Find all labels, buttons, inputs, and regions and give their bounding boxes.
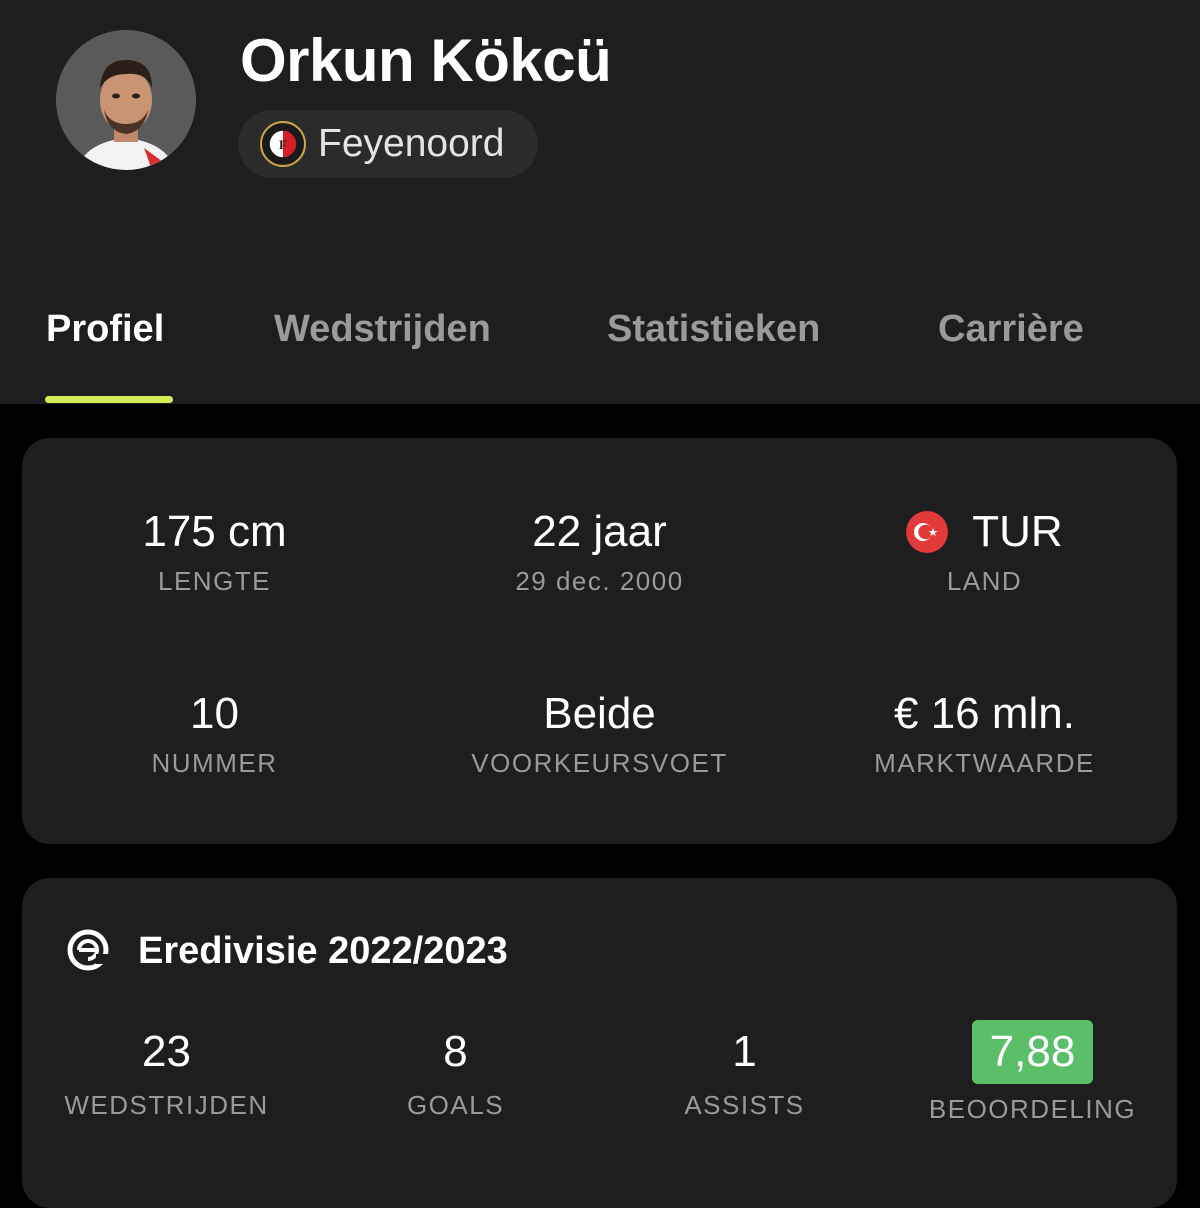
foot-label: VOORKEURSVOET [471, 748, 728, 778]
tab-carriere[interactable]: Carrière [938, 308, 1084, 351]
player-header: Orkun Kökcü F Feyenoord Profiel Wedstrij… [0, 0, 1200, 404]
club-chip[interactable]: F Feyenoord [238, 110, 538, 178]
stat-goals-value: 8 [443, 1027, 468, 1076]
height-cell: 175 cm LENGTE [22, 506, 407, 597]
stat-matches: 23 WEDSTRIJDEN [22, 1024, 311, 1121]
number-label: NUMMER [151, 748, 278, 778]
stat-matches-label: WEDSTRIJDEN [64, 1090, 269, 1120]
stat-assists: 1 ASSISTS [600, 1024, 889, 1121]
stat-matches-value: 23 [142, 1027, 191, 1076]
eredivisie-logo-icon [66, 928, 110, 972]
tab-profiel[interactable]: Profiel [46, 308, 164, 351]
profile-info-card: 175 cm LENGTE 22 jaar 29 dec. 2000 TUR L… [22, 438, 1177, 844]
stat-rating: 7,88 BEOORDELING [888, 1020, 1177, 1125]
tab-statistieken[interactable]: Statistieken [607, 308, 820, 351]
active-tab-indicator [45, 396, 173, 403]
feyenoord-crest-icon: F [260, 121, 306, 167]
turkey-flag-icon [906, 511, 949, 553]
country-label: LAND [946, 566, 1023, 596]
stat-goals-label: GOALS [406, 1090, 505, 1120]
foot-value: Beide [543, 689, 656, 738]
market-value-label: MARKTWAARDE [874, 748, 1095, 778]
club-name: Feyenoord [318, 122, 505, 165]
stat-rating-label: BEOORDELING [928, 1094, 1137, 1124]
age-cell: 22 jaar 29 dec. 2000 [407, 506, 792, 597]
height-label: LENGTE [157, 566, 272, 596]
player-avatar [56, 30, 196, 170]
svg-text:F: F [279, 137, 287, 152]
birthdate-label: 29 dec. 2000 [515, 566, 684, 596]
number-cell: 10 NUMMER [22, 688, 407, 779]
league-stats-card[interactable]: Eredivisie 2022/2023 23 WEDSTRIJDEN 8 GO… [22, 878, 1177, 1208]
rating-badge: 7,88 [971, 1020, 1094, 1084]
player-name: Orkun Kökcü [240, 27, 612, 94]
number-value: 10 [190, 689, 239, 738]
tab-wedstrijden[interactable]: Wedstrijden [274, 308, 491, 351]
market-value: € 16 mln. [894, 689, 1075, 738]
market-value-cell: € 16 mln. MARKTWAARDE [792, 688, 1177, 779]
stat-assists-value: 1 [732, 1027, 757, 1076]
height-value: 175 cm [142, 507, 287, 556]
country-value: TUR [972, 507, 1063, 556]
stat-goals: 8 GOALS [311, 1024, 600, 1121]
stat-assists-label: ASSISTS [684, 1090, 805, 1120]
country-cell[interactable]: TUR LAND [792, 506, 1177, 597]
age-value: 22 jaar [532, 507, 667, 556]
player-photo-icon [56, 30, 196, 170]
league-title: Eredivisie 2022/2023 [138, 930, 508, 972]
foot-cell: Beide VOORKEURSVOET [407, 688, 792, 779]
